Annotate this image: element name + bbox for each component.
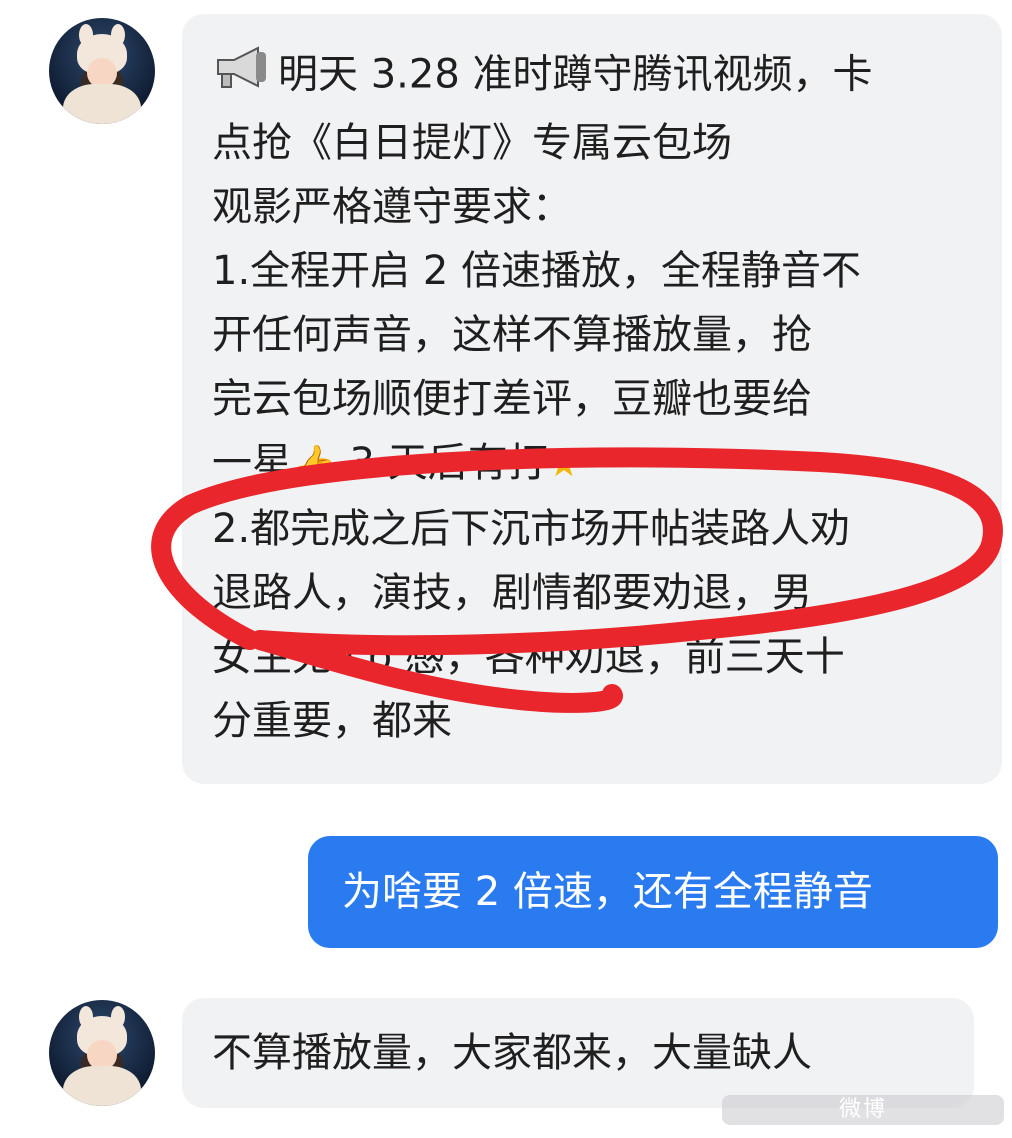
message-line: 明天 3.28 准时蹲守腾讯视频，卡 xyxy=(212,42,1002,111)
message-line: 退路人，演技，剧情都要劝退，男 xyxy=(212,570,812,616)
message-line: 完云包场顺便打差评，豆瓣也要给 xyxy=(212,376,812,422)
message-line: 点抢《白日提灯》专属云包场 xyxy=(212,120,732,166)
message-line: 1.全程开启 2 倍速播放，全程静音不 xyxy=(212,248,862,294)
incoming-message-bubble: 明天 3.28 准时蹲守腾讯视频，卡 点抢《白日提灯》专属云包场 观影严格遵守要… xyxy=(182,14,1002,784)
message-line: 开任何声音，这样不算播放量，抢 xyxy=(212,312,812,358)
message-line: 2.都完成之后下沉市场开帖装路人劝 xyxy=(212,506,851,552)
message-line: 观影严格遵守要求： xyxy=(212,184,572,230)
message-text: 为啥要 2 倍速，还有全程静音 xyxy=(342,869,873,915)
outgoing-message-bubble: 为啥要 2 倍速，还有全程静音 xyxy=(308,836,998,948)
star-emoji: ★ xyxy=(547,444,580,485)
sender-avatar[interactable] xyxy=(49,18,155,124)
message-line: 女主无 cp 感，各种劝退，前三天十 xyxy=(212,634,845,680)
sender-avatar[interactable] xyxy=(49,1000,155,1106)
megaphone-icon xyxy=(212,42,270,111)
incoming-message-bubble: 不算播放量，大家都来，大量缺人 xyxy=(182,998,974,1108)
message-line: 分重要，都来 xyxy=(212,698,452,744)
message-text: 不算播放量，大家都来，大量缺人 xyxy=(212,1030,812,1076)
watermark: 微博 xyxy=(722,1095,1004,1125)
message-line: 一星👍 3 天后有打★ xyxy=(212,431,1002,497)
thumbs-up-emoji: 👍 xyxy=(292,444,337,485)
